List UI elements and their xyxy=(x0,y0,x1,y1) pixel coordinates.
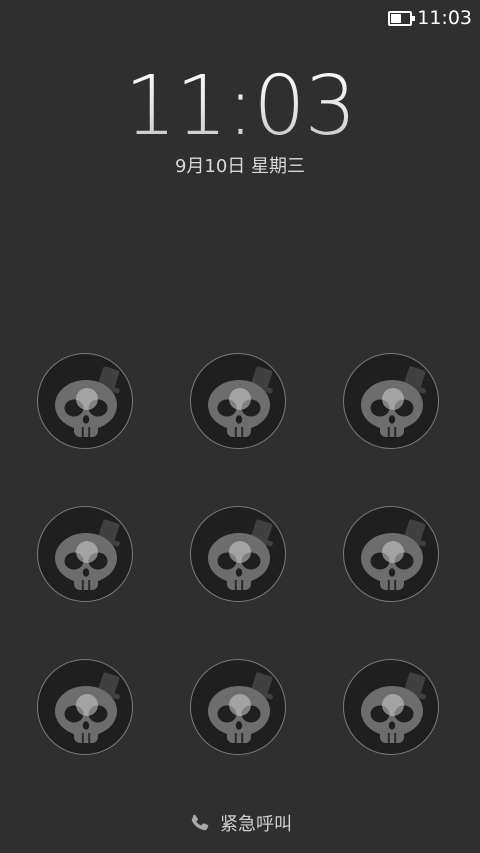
battery-level xyxy=(391,13,402,23)
lock-clock: 11:03 xyxy=(0,62,480,152)
status-time: 11:03 xyxy=(417,7,472,29)
pattern-dot-6[interactable] xyxy=(343,506,439,602)
pattern-dot-9[interactable] xyxy=(343,659,439,755)
lock-date: 9月10日 星期三 xyxy=(174,156,306,177)
skull-with-top-hat-icon xyxy=(208,519,273,590)
pattern-dot-2[interactable] xyxy=(190,353,286,449)
pattern-dot-4[interactable] xyxy=(37,506,133,602)
pattern-dot-3[interactable] xyxy=(343,353,439,449)
skull-with-top-hat-icon xyxy=(208,366,273,437)
status-bar: 11:03 xyxy=(388,0,480,36)
pattern-dot-5[interactable] xyxy=(190,506,286,602)
phone-icon xyxy=(191,814,209,831)
skull-with-top-hat-icon xyxy=(55,672,120,743)
pattern-lock-grid[interactable] xyxy=(37,353,441,757)
skull-with-top-hat-icon xyxy=(208,672,273,743)
skull-with-top-hat-icon xyxy=(361,519,426,590)
skull-with-top-hat-icon xyxy=(361,672,426,743)
skull-with-top-hat-icon xyxy=(55,366,120,437)
pattern-dot-1[interactable] xyxy=(37,353,133,449)
pattern-dot-8[interactable] xyxy=(190,659,286,755)
emergency-call-label: 紧急呼叫 xyxy=(220,814,292,835)
pattern-dot-7[interactable] xyxy=(37,659,133,755)
emergency-call-button[interactable]: 紧急呼叫 xyxy=(0,806,480,840)
skull-with-top-hat-icon xyxy=(55,519,120,590)
battery-icon xyxy=(388,10,416,26)
skull-with-top-hat-icon xyxy=(361,366,426,437)
lock-screen: 11:03 11:03 9月10日 星期三 紧急呼叫 xyxy=(0,0,480,853)
